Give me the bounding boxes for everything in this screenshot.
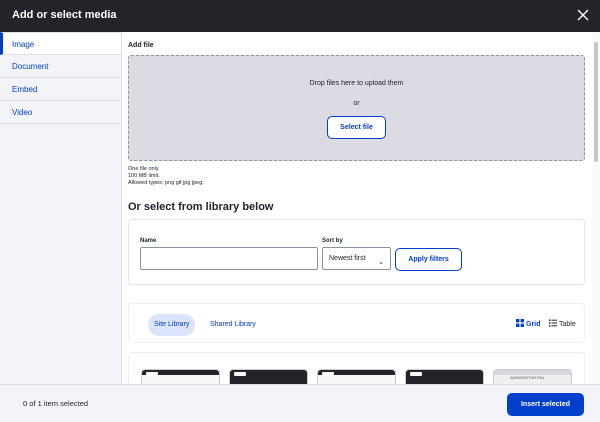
scrollbar[interactable] [592, 32, 600, 384]
media-thumbnail[interactable] [229, 369, 308, 384]
upload-dropzone[interactable]: Drop files here to upload them or Select… [128, 55, 585, 161]
library-tabs: Site Library Shared Library Grid Table [128, 303, 585, 343]
media-type-sidebar: Image Document Embed Video [0, 32, 122, 384]
chevron-down-icon: ⌄ [378, 259, 384, 266]
dropzone-or: or [353, 100, 360, 107]
main-panel: Add file Drop files here to upload them … [122, 32, 592, 384]
dialog-titlebar: Add or select media [0, 0, 600, 32]
library-filters: Name Sort by Newest first ⌄ Apply filter… [128, 219, 585, 285]
sort-by-select[interactable]: Newest first ⌄ [322, 247, 391, 270]
name-filter-input[interactable] [140, 247, 318, 270]
grid-icon [516, 319, 524, 327]
name-filter-label: Name [140, 238, 157, 244]
table-view-label: Table [559, 321, 576, 328]
sort-by-value: Newest first [329, 255, 366, 262]
dropzone-text: Drop files here to upload them [309, 80, 404, 87]
tab-site-library[interactable]: Site Library [148, 314, 196, 336]
grid-view-toggle[interactable]: Grid [516, 319, 540, 328]
media-thumbnail[interactable] [317, 369, 396, 384]
media-grid: ADMINISTRATION [128, 352, 585, 384]
media-thumbnail[interactable]: ADMINISTRATION [493, 369, 572, 384]
selection-status: 0 of 1 item selected [23, 399, 89, 408]
tab-video[interactable]: Video [0, 101, 121, 124]
dialog-title: Add or select media [12, 9, 117, 21]
tab-shared-library[interactable]: Shared Library [204, 314, 262, 336]
apply-filters-button[interactable]: Apply filters [395, 248, 462, 271]
tab-embed[interactable]: Embed [0, 78, 121, 101]
scrollbar-thumb[interactable] [594, 42, 598, 162]
add-file-label: Add file [128, 42, 154, 49]
dialog-footer: 0 of 1 item selected Insert selected [0, 384, 600, 422]
grid-view-label: Grid [526, 321, 541, 328]
help-line: 100 MB limit. [128, 173, 160, 179]
thumbnail-caption: ADMINISTRATION [510, 375, 544, 380]
table-view-toggle[interactable]: Table [549, 319, 576, 328]
tab-document[interactable]: Document [0, 55, 121, 78]
media-thumbnail[interactable] [141, 369, 220, 384]
upload-help: One file only. 100 MB limit. Allowed typ… [128, 166, 204, 187]
list-icon [549, 319, 557, 327]
insert-selected-button[interactable]: Insert selected [507, 393, 584, 416]
close-icon[interactable] [576, 8, 590, 22]
help-line: One file only. [128, 166, 160, 172]
media-thumbnail[interactable] [405, 369, 484, 384]
sort-by-label: Sort by [322, 238, 343, 244]
help-line: Allowed types: png gif jpg jpeg. [128, 180, 204, 186]
library-heading: Or select from library below [128, 201, 274, 213]
tab-image[interactable]: Image [0, 32, 121, 55]
select-file-button[interactable]: Select file [327, 116, 386, 139]
